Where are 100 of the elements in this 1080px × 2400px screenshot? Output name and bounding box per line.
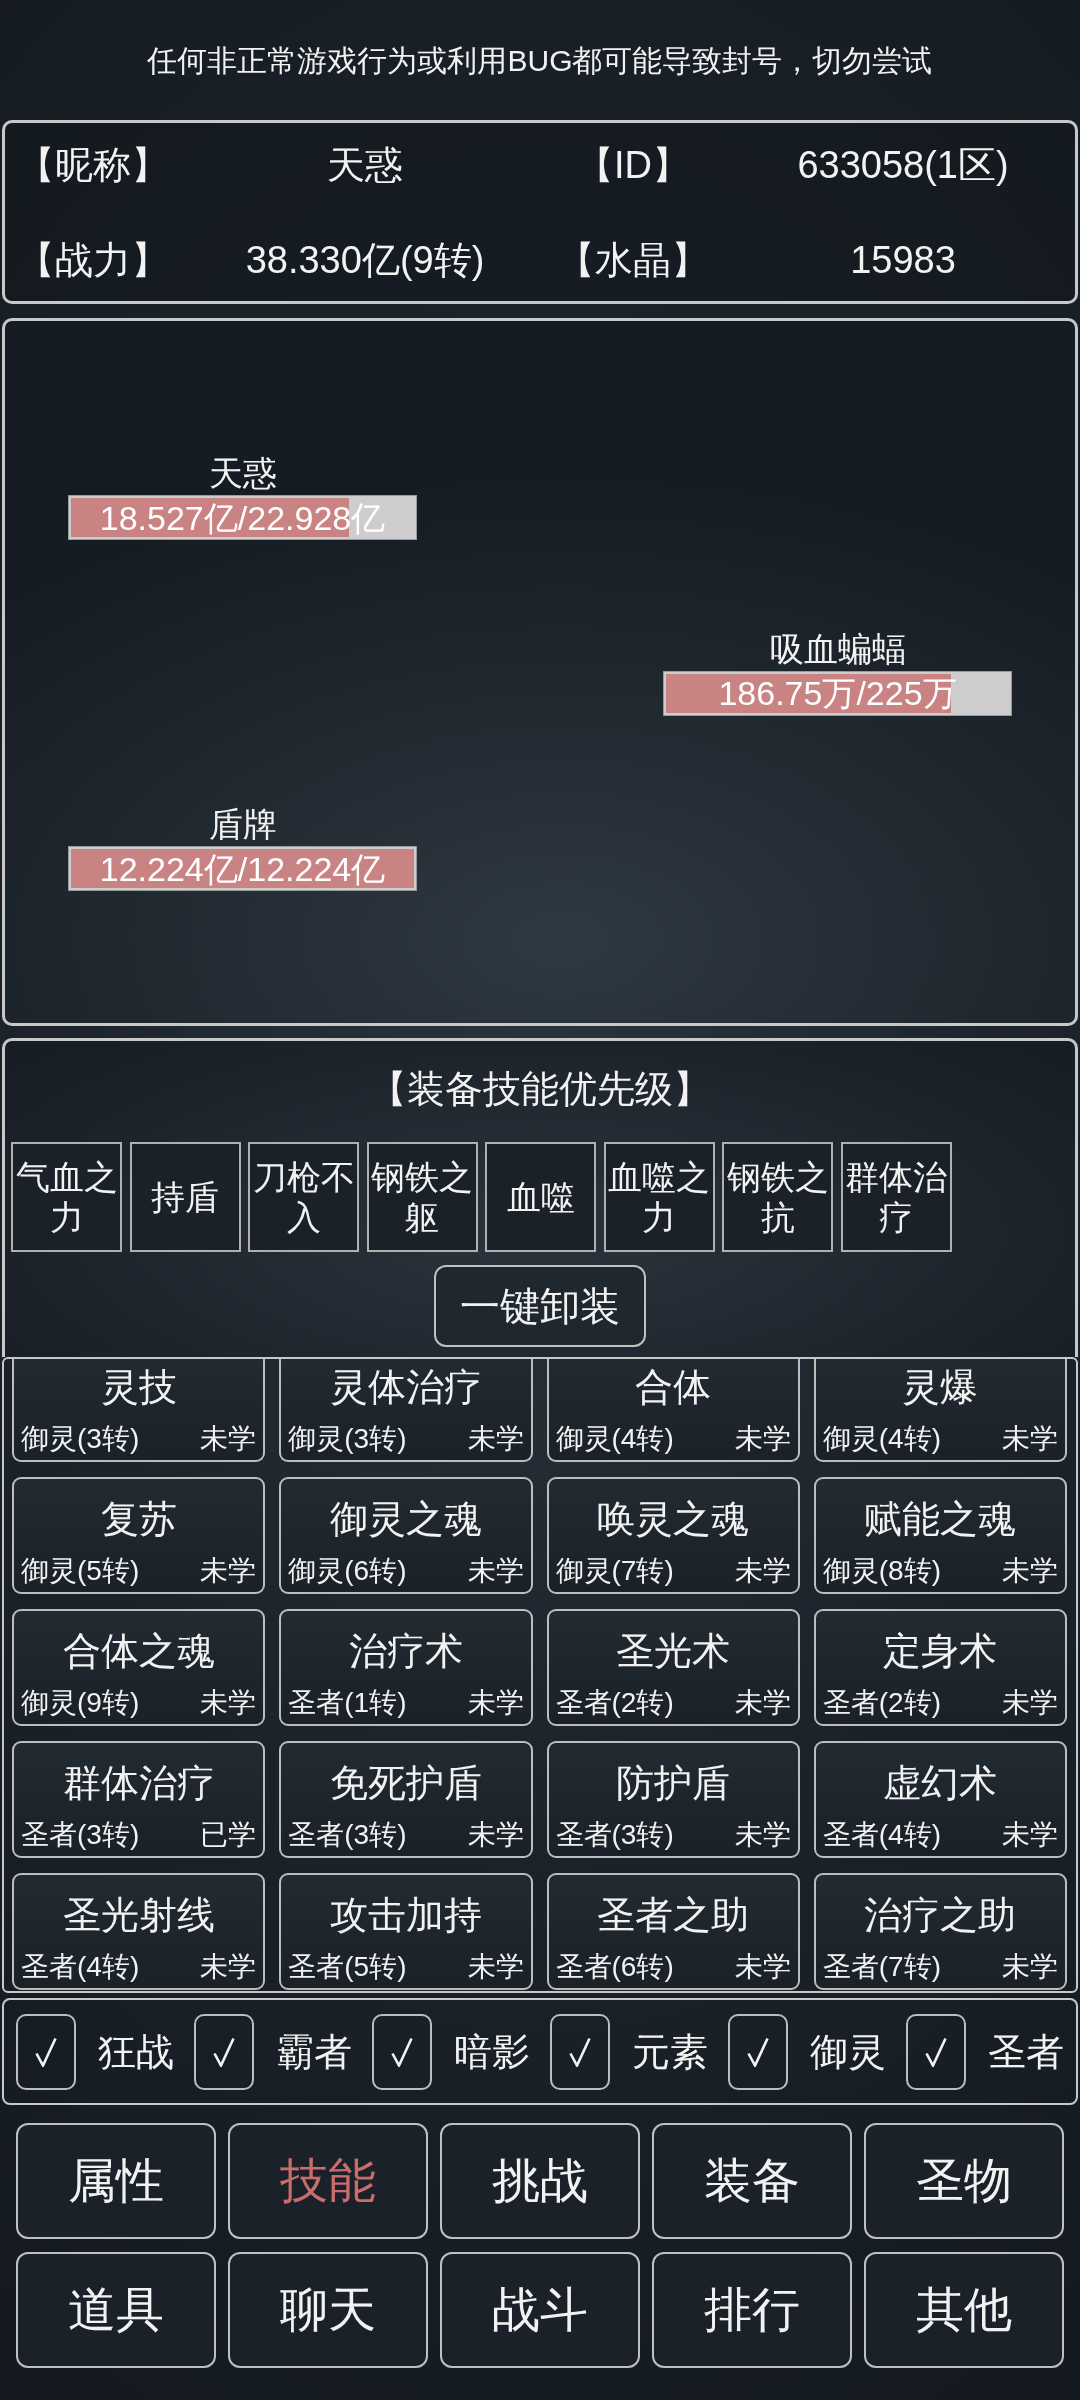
nav-tab[interactable]: 装备: [652, 2123, 852, 2239]
filter-checkbox[interactable]: [16, 2013, 76, 2090]
check-icon: [925, 2036, 947, 2067]
filter-label: 霸者: [276, 2029, 352, 2075]
skill-requirement: 圣者(1转): [288, 1686, 407, 1720]
skill-name: 复苏: [100, 1498, 177, 1540]
skill-name: 灵体治疗: [329, 1366, 482, 1408]
skill-card[interactable]: 赋能之魂 御灵(8转) 未学: [813, 1477, 1067, 1594]
skill-requirement: 圣者(4转): [21, 1950, 140, 1984]
skill-slot[interactable]: 钢铁之躯: [366, 1142, 478, 1252]
skill-slot[interactable]: 刀枪不入: [248, 1142, 359, 1252]
skill-status: 已学: [200, 1818, 257, 1852]
skill-name: 合体之魂: [62, 1630, 215, 1672]
skill-card[interactable]: 免死护盾 圣者(3转) 未学: [279, 1741, 533, 1858]
filter-checkbox[interactable]: [906, 2013, 966, 2090]
skill-name: 圣光射线: [62, 1894, 215, 1936]
skill-requirement: 圣者(7转): [822, 1950, 941, 1984]
unit-name: 天惑: [208, 453, 277, 493]
skill-slot[interactable]: 血噬: [485, 1142, 596, 1252]
nav-tab[interactable]: 属性: [16, 2123, 216, 2239]
skill-card[interactable]: 合体之魂 御灵(9转) 未学: [12, 1609, 266, 1726]
skill-card[interactable]: 圣光术 圣者(2转) 未学: [546, 1609, 800, 1726]
profile-value: 38.330亿(9转): [245, 239, 485, 281]
skill-name: 灵技: [100, 1366, 177, 1408]
skill-slot[interactable]: 群体治疗: [840, 1142, 952, 1252]
skill-status: 未学: [467, 1422, 524, 1456]
skill-requirement: 圣者(5转): [288, 1950, 407, 1984]
skill-card[interactable]: 群体治疗 圣者(3转) 已学: [12, 1741, 266, 1858]
profile-label: 【ID】: [576, 144, 690, 186]
filter-checkbox[interactable]: [372, 2013, 432, 2090]
skill-card[interactable]: 定身术 圣者(2转) 未学: [813, 1609, 1067, 1726]
skill-requirement: 圣者(4转): [822, 1818, 941, 1852]
skill-slot[interactable]: 血噬之力: [603, 1142, 715, 1252]
skill-card[interactable]: 治疗术 圣者(1转) 未学: [279, 1609, 533, 1726]
profile-label: 【水晶】: [557, 239, 709, 281]
nav-tab[interactable]: 挑战: [440, 2123, 640, 2239]
skill-card[interactable]: 圣光射线 圣者(4转) 未学: [12, 1873, 266, 1990]
check-icon: [569, 2036, 591, 2067]
skill-name: 赋能之魂: [864, 1498, 1017, 1540]
skill-requirement: 圣者(6转): [555, 1950, 674, 1984]
skill-requirement: 御灵(4转): [555, 1422, 674, 1456]
nav-tab[interactable]: 排行: [652, 2252, 852, 2368]
skill-card[interactable]: 防护盾 圣者(3转) 未学: [546, 1741, 800, 1858]
skill-card[interactable]: 御灵之魂 御灵(6转) 未学: [279, 1477, 533, 1594]
skill-card[interactable]: 虚幻术 圣者(4转) 未学: [813, 1741, 1067, 1858]
skill-card[interactable]: 灵爆 御灵(4转) 未学: [813, 1359, 1067, 1462]
skill-name: 防护盾: [616, 1762, 731, 1804]
skill-card[interactable]: 治疗之助 圣者(7转) 未学: [813, 1873, 1067, 1990]
profile-value: 15983: [850, 239, 956, 281]
skill-card[interactable]: 复苏 御灵(5转) 未学: [12, 1477, 266, 1594]
skill-card[interactable]: 灵技 御灵(3转) 未学: [12, 1359, 266, 1462]
skill-name: 群体治疗: [62, 1762, 215, 1804]
skill-status: 未学: [467, 1950, 524, 1984]
filter-checkbox[interactable]: [194, 2013, 254, 2090]
nav-tab[interactable]: 聊天: [228, 2252, 428, 2368]
skill-name: 圣光术: [616, 1630, 731, 1672]
skill-requirement: 御灵(9转): [21, 1686, 140, 1720]
filter-label: 元素: [632, 2029, 708, 2075]
skill-requirement: 御灵(6转): [288, 1554, 407, 1588]
nav-tab[interactable]: 技能: [228, 2123, 428, 2239]
filter-label: 圣者: [988, 2029, 1064, 2075]
skill-status: 未学: [467, 1554, 524, 1588]
skill-requirement: 御灵(7转): [555, 1554, 674, 1588]
nav-tab[interactable]: 其他: [864, 2252, 1064, 2368]
skill-card[interactable]: 唤灵之魂 御灵(7转) 未学: [546, 1477, 800, 1594]
skill-slot[interactable]: 持盾: [129, 1142, 241, 1252]
profile-label: 【昵称】: [17, 144, 169, 186]
skill-status: 未学: [734, 1950, 791, 1984]
skill-requirement: 圣者(2转): [822, 1686, 941, 1720]
skill-name: 灵爆: [902, 1366, 979, 1408]
skill-name: 虚幻术: [883, 1762, 998, 1804]
skill-name: 御灵之魂: [329, 1498, 482, 1540]
skill-card[interactable]: 合体 御灵(4转) 未学: [546, 1359, 800, 1462]
skill-name: 唤灵之魂: [597, 1498, 750, 1540]
skill-status: 未学: [200, 1554, 257, 1588]
skill-requirement: 御灵(8转): [822, 1554, 941, 1588]
filter-checkbox[interactable]: [550, 2013, 610, 2090]
profile-label: 【战力】: [17, 239, 169, 281]
skill-name: 治疗之助: [864, 1894, 1017, 1936]
filter-checkbox[interactable]: [728, 2013, 788, 2090]
skill-card[interactable]: 圣者之助 圣者(6转) 未学: [546, 1873, 800, 1990]
skill-status: 未学: [200, 1422, 257, 1456]
skill-status: 未学: [734, 1686, 791, 1720]
nav-tab[interactable]: 圣物: [864, 2123, 1064, 2239]
skill-requirement: 御灵(3转): [288, 1422, 407, 1456]
skill-slot[interactable]: 钢铁之抗: [722, 1142, 833, 1252]
notice-text: 任何非正常游戏行为或利用BUG都可能导致封号，切勿尝试: [147, 44, 933, 77]
nav-tab[interactable]: 道具: [16, 2252, 216, 2368]
skill-card[interactable]: 攻击加持 圣者(5转) 未学: [279, 1873, 533, 1990]
unequip-button[interactable]: 一键卸装: [434, 1265, 646, 1347]
skill-status: 未学: [1002, 1422, 1058, 1456]
skill-card[interactable]: 灵体治疗 御灵(3转) 未学: [279, 1359, 533, 1462]
skill-requirement: 圣者(2转): [555, 1686, 674, 1720]
skill-requirement: 御灵(3转): [21, 1422, 140, 1456]
skill-slot[interactable]: 气血之力: [11, 1142, 122, 1252]
skill-status: 未学: [1002, 1818, 1058, 1852]
skill-name: 治疗术: [348, 1630, 463, 1672]
nav-tab[interactable]: 战斗: [440, 2252, 640, 2368]
skill-name: 攻击加持: [329, 1894, 482, 1936]
filter-label: 狂战: [98, 2029, 174, 2075]
